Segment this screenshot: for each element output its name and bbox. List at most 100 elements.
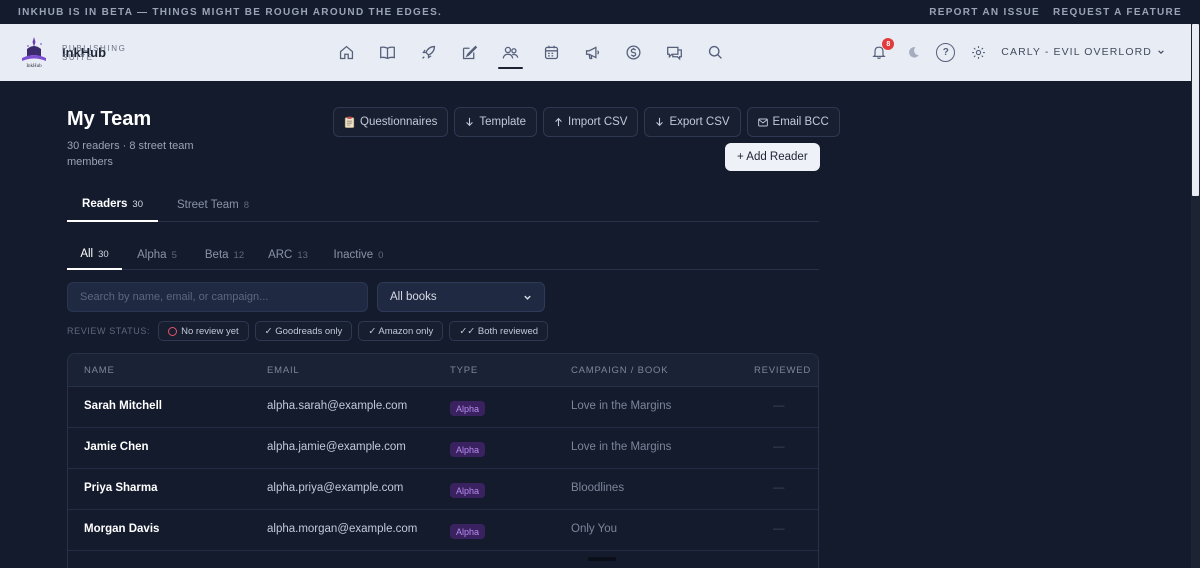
table-row[interactable]: Morgan Davis alpha.morgan@example.com Al…	[68, 510, 818, 551]
tab-street-team-count: 8	[243, 199, 250, 211]
template-button[interactable]: Template	[454, 107, 538, 137]
tab-readers-label: Readers	[82, 198, 128, 210]
dollar-icon[interactable]	[619, 38, 648, 67]
book-icon[interactable]	[373, 38, 402, 67]
calendar-icon[interactable]	[537, 38, 566, 67]
chip-both-reviewed[interactable]: ✓✓ Both reviewed	[449, 321, 549, 341]
subtab-alpha[interactable]: Alpha 5	[130, 240, 184, 270]
search-input[interactable]	[67, 282, 368, 312]
user-label: CARLY - EVIL OVERLORD	[1001, 46, 1152, 58]
subtab-all-count: 30	[98, 248, 109, 260]
table-row[interactable]: Jamie Chen alpha.jamie@example.com Alpha…	[68, 428, 818, 469]
app-header: InkHub InkHub PUBLISHING SUITE 8 ? CARLY…	[0, 24, 1191, 81]
chip-amazon-only[interactable]: ✓ Amazon only	[358, 321, 444, 341]
moon-icon	[908, 46, 919, 58]
theme-toggle[interactable]	[904, 38, 922, 66]
header-email[interactable]: EMAIL	[267, 365, 300, 376]
chip-amazon-label: ✓ Amazon only	[368, 325, 434, 337]
tooltip-handle	[588, 557, 616, 561]
tab-readers-count: 30	[132, 198, 143, 210]
scrollbar-thumb[interactable]	[1192, 24, 1199, 196]
beta-banner: INKHUB IS IN BETA — THINGS MIGHT BE ROUG…	[0, 0, 1200, 24]
main-nav	[332, 38, 730, 69]
subtab-alpha-label: Alpha	[137, 249, 167, 261]
subtab-arc-label: ARC	[268, 249, 293, 261]
add-reader-button[interactable]: + Add Reader	[725, 143, 820, 171]
ring-icon	[168, 326, 178, 336]
subtab-alpha-count: 5	[171, 249, 177, 261]
table-row-partial[interactable]	[68, 551, 818, 568]
reader-email: alpha.morgan@example.com	[267, 523, 418, 535]
notifications-button[interactable]: 8	[868, 38, 895, 66]
import-csv-label: Import CSV	[568, 116, 628, 128]
gear-icon[interactable]	[969, 38, 987, 66]
reader-email: alpha.sarah@example.com	[267, 400, 408, 412]
tab-street-team-label: Street Team	[176, 199, 239, 211]
questionnaires-label: Questionnaires	[360, 116, 438, 128]
book-select-value: All books	[390, 291, 437, 303]
header-name[interactable]: NAME	[84, 365, 115, 376]
chip-both-label: ✓✓ Both reviewed	[459, 325, 539, 337]
search-icon[interactable]	[701, 38, 730, 67]
export-csv-label: Export CSV	[669, 116, 730, 128]
reader-campaign: Only You	[571, 523, 618, 535]
header-reviewed[interactable]: REVIEWED	[754, 365, 811, 376]
reader-reviewed: —	[773, 400, 785, 412]
chip-no-review-label: No review yet	[181, 325, 239, 337]
subtab-beta[interactable]: Beta 12	[197, 240, 252, 270]
email-bcc-button[interactable]: Email BCC	[746, 107, 840, 137]
subtab-beta-label: Beta	[204, 249, 229, 261]
chip-goodreads-label: ✓ Goodreads only	[264, 325, 343, 337]
brand[interactable]: InkHub InkHub PUBLISHING SUITE	[18, 35, 125, 69]
subtab-inactive-label: Inactive	[333, 249, 374, 261]
reader-reviewed: —	[773, 482, 785, 494]
chip-goodreads-only[interactable]: ✓ Goodreads only	[254, 321, 353, 341]
user-menu[interactable]: CARLY - EVIL OVERLORD	[1001, 46, 1165, 58]
report-issue-link[interactable]: REPORT AN ISSUE	[929, 7, 1040, 18]
chat-icon[interactable]	[660, 38, 689, 67]
page-scrollbar[interactable]	[1191, 24, 1200, 568]
header-type[interactable]: TYPE	[450, 365, 478, 376]
table-row[interactable]: Priya Sharma alpha.priya@example.com Alp…	[68, 469, 818, 510]
review-status-filters: REVIEW STATUS: No review yet ✓ Goodreads…	[67, 321, 549, 341]
chip-no-review[interactable]: No review yet	[158, 321, 249, 341]
type-badge: Alpha	[450, 483, 486, 498]
envelope-icon	[757, 118, 768, 126]
readers-table: NAME EMAIL TYPE CAMPAIGN / BOOK REVIEWED…	[67, 353, 819, 568]
team-icon[interactable]	[496, 38, 525, 69]
questionnaires-button[interactable]: Questionnaires	[333, 107, 449, 137]
home-icon[interactable]	[332, 38, 361, 67]
book-select[interactable]: All books	[377, 282, 545, 312]
reader-email: alpha.priya@example.com	[267, 482, 404, 494]
rocket-icon[interactable]	[414, 38, 443, 67]
subtab-all[interactable]: All 30	[67, 240, 122, 270]
header-tools: 8 ? CARLY - EVIL OVERLORD	[868, 38, 1165, 66]
template-label: Template	[479, 116, 527, 128]
email-bcc-label: Email BCC	[772, 116, 829, 128]
subtab-inactive[interactable]: Inactive 0	[326, 240, 391, 270]
reader-type-tabs: All 30 Alpha 5 Beta 12 ARC 13 Inactive 0	[67, 240, 819, 270]
subtab-arc[interactable]: ARC 13	[263, 240, 313, 270]
megaphone-icon[interactable]	[578, 38, 607, 67]
request-feature-link[interactable]: REQUEST A FEATURE	[1053, 7, 1182, 18]
tab-readers[interactable]: Readers 30	[67, 188, 158, 222]
tab-street-team[interactable]: Street Team 8	[168, 188, 258, 222]
subtab-all-label: All	[80, 248, 94, 260]
download-arrow-icon	[466, 117, 474, 127]
beta-message: INKHUB IS IN BETA — THINGS MIGHT BE ROUG…	[18, 6, 443, 18]
reader-campaign: Love in the Margins	[571, 441, 672, 453]
brand-text: InkHub PUBLISHING SUITE	[62, 44, 125, 62]
reader-reviewed: —	[773, 441, 785, 453]
header-campaign[interactable]: CAMPAIGN / BOOK	[571, 365, 668, 376]
import-csv-button[interactable]: Import CSV	[543, 107, 639, 137]
reader-name: Sarah Mitchell	[84, 400, 162, 412]
download-arrow-icon	[656, 117, 664, 127]
export-csv-button[interactable]: Export CSV	[644, 107, 741, 137]
edit-icon[interactable]	[455, 38, 484, 67]
table-row[interactable]: Sarah Mitchell alpha.sarah@example.com A…	[68, 387, 818, 428]
svg-text:InkHub: InkHub	[26, 64, 42, 69]
notification-badge: 8	[882, 38, 895, 50]
reader-campaign: Love in the Margins	[571, 400, 672, 412]
help-button[interactable]: ?	[936, 42, 956, 62]
clipboard-icon	[344, 116, 355, 128]
